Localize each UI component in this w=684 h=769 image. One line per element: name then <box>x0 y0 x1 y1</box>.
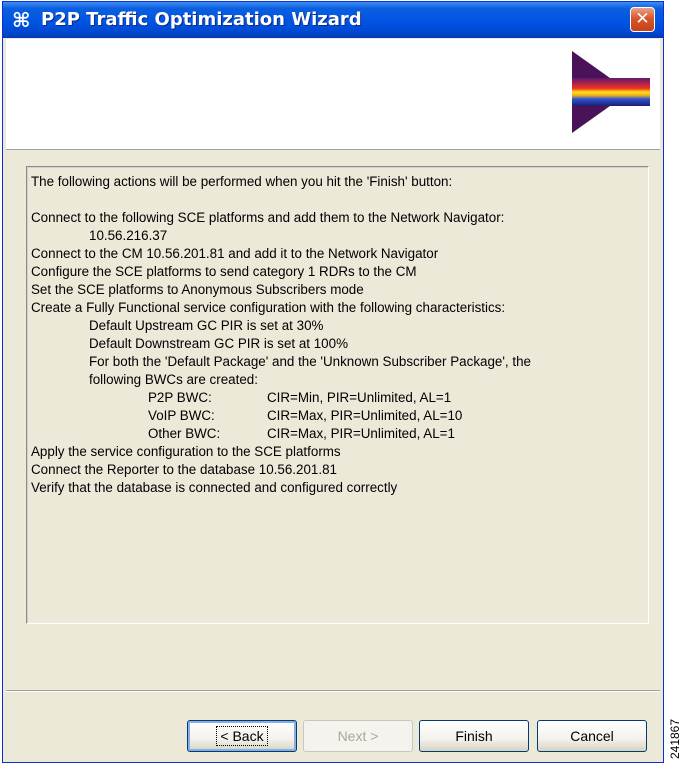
finish-button[interactable]: Finish <box>419 720 529 752</box>
summary-line: Apply the service configuration to the S… <box>31 444 341 459</box>
summary-line: following BWCs are created: <box>89 372 258 387</box>
wizard-window: ⌘ P2P Traffic Optimization Wizard ✕ The … <box>2 1 664 763</box>
figure-id: 241867 <box>667 709 683 769</box>
close-button[interactable]: ✕ <box>630 7 655 32</box>
bwc-settings: CIR=Min, PIR=Unlimited, AL=1 <box>267 390 452 405</box>
bwc-name: Other BWC: <box>148 426 221 441</box>
summary-panel: The following actions will be performed … <box>26 166 649 624</box>
next-button-label: Next > <box>337 728 379 744</box>
cancel-button[interactable]: Cancel <box>537 720 647 752</box>
summary-line: Connect to the following SCE platforms a… <box>31 210 505 225</box>
app-icon: ⌘ <box>12 8 31 32</box>
summary-line: Default Upstream GC PIR is set at 30% <box>89 318 324 333</box>
summary-line: Verify that the database is connected an… <box>31 480 398 495</box>
window-title: P2P Traffic Optimization Wizard <box>41 9 362 30</box>
summary-line: For both the 'Default Package' and the '… <box>89 354 531 369</box>
summary-line: Connect the Reporter to the database 10.… <box>31 462 337 477</box>
summary-line: Default Downstream GC PIR is set at 100% <box>89 336 348 351</box>
summary-line: Connect to the CM 10.56.201.81 and add i… <box>31 246 439 261</box>
back-button[interactable]: < Back <box>187 720 297 752</box>
bwc-name: VoIP BWC: <box>148 408 215 423</box>
summary-line: Configure the SCE platforms to send cate… <box>31 264 417 279</box>
summary-line: Create a Fully Functional service config… <box>31 300 506 315</box>
next-button[interactable]: Next > <box>303 720 413 752</box>
figure-id-text: 241867 <box>668 718 682 760</box>
wizard-banner <box>6 39 660 150</box>
finish-button-label: Finish <box>455 728 493 744</box>
footer-divider <box>6 690 660 692</box>
close-icon: ✕ <box>635 9 650 29</box>
back-button-label: < Back <box>216 726 268 746</box>
bwc-name: P2P BWC: <box>148 390 212 405</box>
wizard-logo-icon <box>572 51 650 133</box>
sce-address: 10.56.216.37 <box>89 228 168 243</box>
title-bar[interactable]: ⌘ P2P Traffic Optimization Wizard ✕ <box>3 2 663 38</box>
summary-intro: The following actions will be performed … <box>31 174 453 189</box>
bwc-settings: CIR=Max, PIR=Unlimited, AL=1 <box>267 426 455 441</box>
bwc-settings: CIR=Max, PIR=Unlimited, AL=10 <box>267 408 463 423</box>
cancel-button-label: Cancel <box>570 728 614 744</box>
summary-line: Set the SCE platforms to Anonymous Subsc… <box>31 282 364 297</box>
